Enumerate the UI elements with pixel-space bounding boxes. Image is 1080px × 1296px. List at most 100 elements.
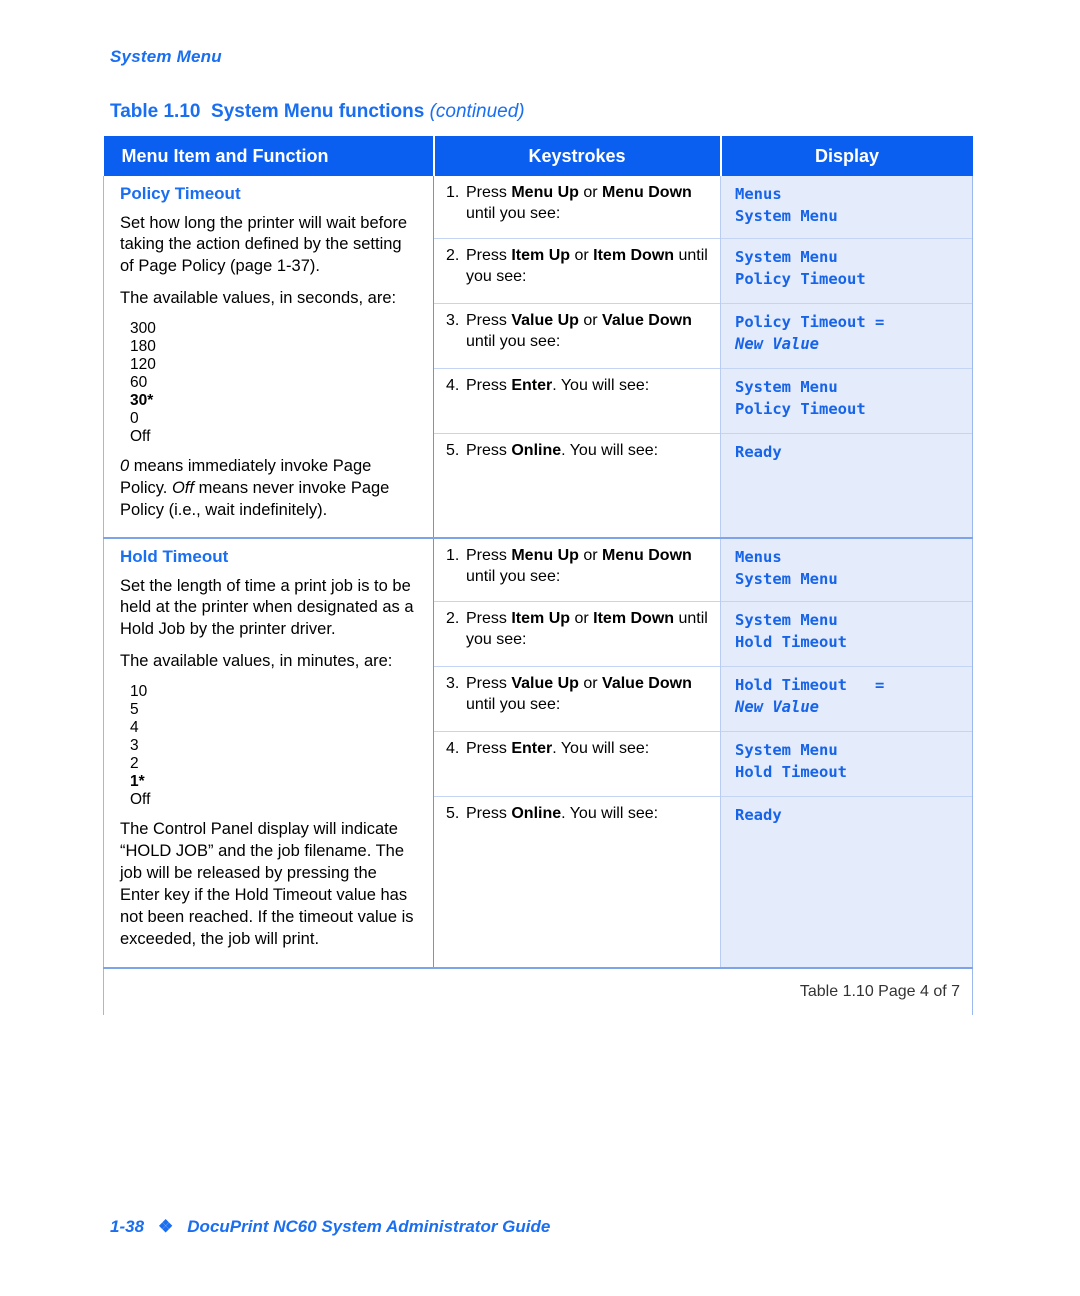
keystroke-step: 2. Press Item Up or Item Down until you … — [433, 601, 721, 667]
step-text: Press Online. You will see: — [466, 805, 659, 822]
item-note: The Control Panel display will indicate … — [120, 820, 414, 948]
item-description: Set how long the printer will wait befor… — [120, 213, 408, 276]
value-option: 2 — [130, 755, 139, 773]
value-option-default: 30* — [130, 392, 154, 410]
step-number: 5. — [446, 805, 460, 822]
page-number: 1-38 — [110, 1217, 145, 1236]
step-number: 1. — [446, 184, 460, 201]
step-number: 3. — [446, 312, 460, 329]
table-caption-title: System Menu functions — [211, 101, 425, 122]
item-value-list: 300 180 120 60 30* 0 Off — [120, 320, 419, 446]
display-line-2: System Menu — [735, 570, 838, 589]
display-line-2: System Menu — [735, 207, 838, 226]
value-option: 180 — [130, 338, 156, 356]
display-line-2: New Value — [735, 698, 819, 717]
step-text: Press Menu Up or Menu Down until you see… — [466, 547, 692, 585]
step-text: Press Online. You will see: — [466, 442, 659, 459]
keystroke-step: 3. Press Value Up or Value Down until yo… — [433, 666, 721, 732]
display-text: System Menu Hold Timeout — [721, 732, 972, 792]
item-description: Set the length of time a print job is to… — [120, 576, 414, 639]
running-head: System Menu — [110, 47, 222, 66]
value-option: Off — [130, 791, 151, 809]
display-cell: Menus System Menu — [720, 537, 973, 602]
display-text: Policy Timeout = New Value — [721, 304, 972, 364]
display-line-2: New Value — [735, 335, 819, 354]
display-cell: Policy Timeout = New Value — [720, 303, 973, 369]
value-option-default: 1* — [130, 773, 145, 791]
value-option: 300 — [130, 320, 156, 338]
table-caption-number: Table 1.10 — [110, 101, 201, 122]
step-number: 4. — [446, 377, 460, 394]
display-cell: System Menu Hold Timeout — [720, 731, 973, 797]
table-header-row: Menu Item and Function Keystrokes Displa… — [103, 136, 973, 176]
table-caption: Table 1.10 System Menu functions (contin… — [110, 101, 525, 123]
keystroke-step: 4. Press Enter. You will see: — [433, 368, 721, 434]
keystroke-step: 3. Press Value Up or Value Down until yo… — [433, 303, 721, 369]
keystroke-step: 4. Press Enter. You will see: — [433, 731, 721, 797]
keystroke-step: 2. Press Item Up or Item Down until you … — [433, 238, 721, 304]
step-number: 1. — [446, 547, 460, 564]
table-section-policy-timeout: Policy Timeout Set how long the printer … — [103, 176, 973, 538]
item-title-hold-timeout: Hold Timeout — [120, 547, 229, 566]
guide-title: DocuPrint NC60 System Administrator Guid… — [187, 1217, 551, 1236]
display-line-1: Menus — [735, 548, 782, 566]
step-number: 2. — [446, 247, 460, 264]
column-header-display: Display — [720, 136, 973, 176]
note-emphasis: 0 — [120, 457, 130, 476]
display-line-2: Hold Timeout — [735, 763, 847, 782]
display-line-1: System Menu — [735, 378, 838, 396]
display-cell: System Menu Policy Timeout — [720, 368, 973, 434]
value-option: 60 — [130, 374, 148, 392]
display-text: Menus System Menu — [721, 539, 972, 599]
display-line-1: Hold Timeout = — [735, 676, 885, 694]
table-section-hold-timeout: Hold Timeout Set the length of time a pr… — [103, 537, 973, 968]
column-header-menu-item: Menu Item and Function — [103, 136, 435, 176]
step-text: Press Item Up or Item Down until you see… — [466, 247, 708, 285]
keystroke-step: 5. Press Online. You will see: — [433, 433, 721, 538]
display-line-1: System Menu — [735, 248, 838, 266]
item-note: 0 means immediately invoke Page Policy. … — [120, 456, 419, 522]
step-number: 5. — [446, 442, 460, 459]
display-line-2: Policy Timeout — [735, 400, 866, 419]
document-page: System Menu Table 1.10 System Menu funct… — [0, 0, 1080, 1296]
value-option: 0 — [130, 410, 139, 428]
step-number: 3. — [446, 675, 460, 692]
display-line-2: Hold Timeout — [735, 633, 847, 652]
display-cell: Ready — [720, 796, 973, 968]
display-line-1: Ready — [735, 443, 782, 461]
table-footer-note: Table 1.10 Page 4 of 7 — [103, 967, 973, 1015]
display-text: Hold Timeout = New Value — [721, 667, 972, 727]
display-cell: Ready — [720, 433, 973, 538]
value-option: 5 — [130, 701, 139, 719]
display-line-1: System Menu — [735, 741, 838, 759]
step-text: Press Enter. You will see: — [466, 740, 650, 757]
menu-item-cell-policy-timeout: Policy Timeout Set how long the printer … — [103, 176, 434, 538]
step-text: Press Enter. You will see: — [466, 377, 650, 394]
keystroke-step: 1. Press Menu Up or Menu Down until you … — [433, 537, 721, 602]
item-title-policy-timeout: Policy Timeout — [120, 184, 241, 203]
display-cell: System Menu Policy Timeout — [720, 238, 973, 304]
item-values-intro: The available values, in minutes, are: — [120, 652, 393, 671]
column-header-keystrokes: Keystrokes — [433, 136, 722, 176]
display-line-1: Policy Timeout = — [735, 313, 885, 331]
keystroke-step: 1. Press Menu Up or Menu Down until you … — [433, 176, 721, 239]
display-cell: System Menu Hold Timeout — [720, 601, 973, 667]
page-footer: 1-38 ❖ DocuPrint NC60 System Administrator… — [110, 1217, 550, 1237]
menu-item-cell-hold-timeout: Hold Timeout Set the length of time a pr… — [103, 537, 434, 968]
step-text: Press Menu Up or Menu Down until you see… — [466, 184, 692, 222]
note-emphasis: Off — [171, 479, 194, 498]
display-cell: Hold Timeout = New Value — [720, 666, 973, 732]
display-text: System Menu Policy Timeout — [721, 239, 972, 299]
display-cell: Menus System Menu — [720, 176, 973, 239]
display-text: System Menu Hold Timeout — [721, 602, 972, 662]
diamond-icon: ❖ — [158, 1217, 174, 1236]
table-caption-continued: (continued) — [429, 101, 525, 122]
value-option: 4 — [130, 719, 139, 737]
display-line-2: Policy Timeout — [735, 270, 866, 289]
display-line-1: System Menu — [735, 611, 838, 629]
step-number: 4. — [446, 740, 460, 757]
system-menu-functions-table: Menu Item and Function Keystrokes Displa… — [103, 136, 973, 1015]
step-text: Press Value Up or Value Down until you s… — [466, 675, 692, 713]
keystroke-step: 5. Press Online. You will see: — [433, 796, 721, 968]
value-option: 120 — [130, 356, 156, 374]
